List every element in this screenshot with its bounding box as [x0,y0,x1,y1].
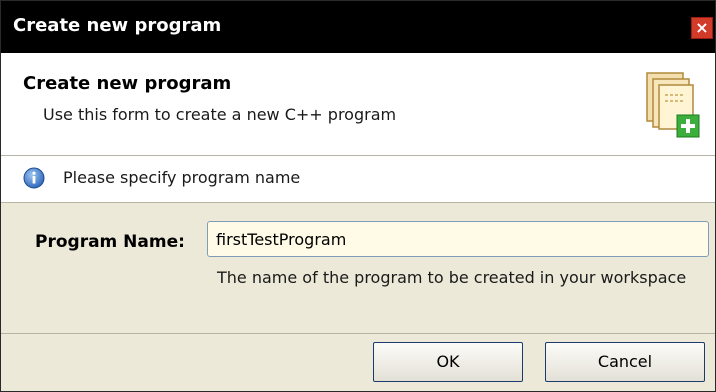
header-subtitle: Use this form to create a new C++ progra… [43,105,397,124]
new-document-plus-icon [646,72,700,138]
dialog-header: Create new program Use this form to crea… [1,53,715,156]
header-title: Create new program [23,73,232,94]
close-icon: × [695,18,709,37]
program-name-label: Program Name: [35,232,185,252]
button-bar: OK Cancel [1,333,715,391]
program-name-help: The name of the program to be created in… [217,268,687,287]
window-title: Create new program [13,15,222,36]
cancel-button[interactable]: Cancel [545,342,705,382]
message-text: Please specify program name [63,168,301,187]
info-icon [23,167,45,189]
message-area: Please specify program name [1,156,715,203]
title-bar[interactable]: Create new program × [1,1,715,53]
create-program-dialog: Create new program × Create new program … [0,0,716,392]
program-name-input[interactable] [207,221,709,257]
form-area: Program Name: The name of the program to… [1,203,715,333]
close-button[interactable]: × [691,17,713,39]
ok-button[interactable]: OK [373,342,523,382]
